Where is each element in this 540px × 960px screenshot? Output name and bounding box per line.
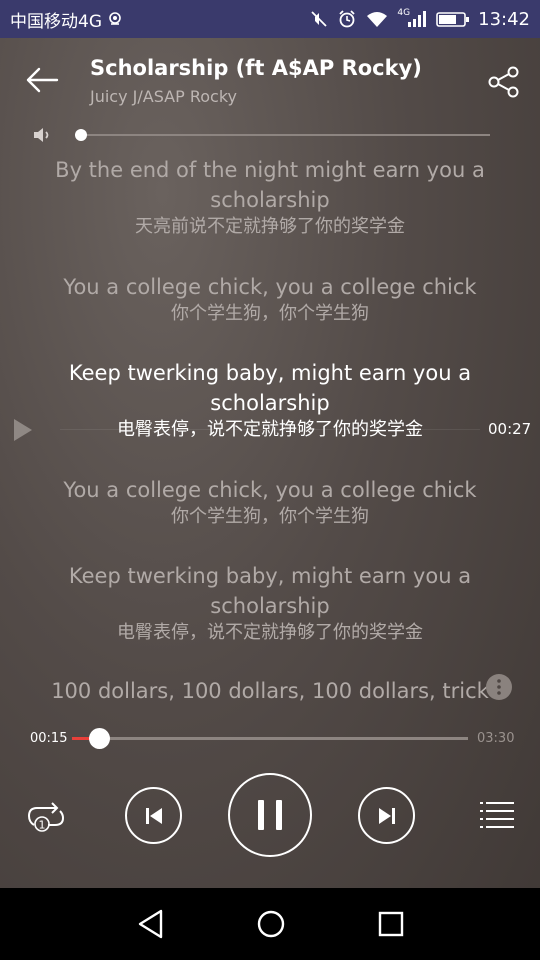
skip-next-icon: [378, 807, 395, 824]
status-bar: 中国移动4G 4G 13:42: [0, 0, 540, 38]
speaker-icon: [32, 125, 56, 149]
playlist-button[interactable]: [478, 798, 516, 832]
lyric-line: 100 dollars, 100 dollars, 100 dollars, t…: [0, 676, 540, 706]
more-vertical-icon: [497, 679, 501, 695]
seek-line: [60, 429, 480, 430]
next-button[interactable]: [358, 787, 415, 844]
nav-back-triangle-icon: [138, 909, 163, 939]
arrow-left-icon: [26, 67, 59, 93]
lyric-chinese: 电臀表停，说不定就挣够了你的奖学金: [117, 419, 423, 440]
lyric-english: 100 dollars, 100 dollars, 100 dollars, t…: [51, 679, 489, 703]
nav-back-button[interactable]: [131, 906, 171, 942]
lyric-line: Keep twerking baby, might earn you a sch…: [0, 561, 540, 645]
share-icon: [488, 66, 519, 98]
song-artist: Juicy J/ASAP Rocky: [90, 87, 237, 106]
nav-recent-square-icon: [378, 911, 404, 937]
share-button[interactable]: [484, 62, 524, 102]
carrier-label: 中国移动4G: [10, 11, 102, 32]
mute-icon: [309, 9, 329, 29]
status-right: 4G 13:42: [309, 8, 530, 30]
volume-slider[interactable]: [80, 134, 490, 136]
progress-knob[interactable]: [89, 728, 111, 749]
lyrics-view[interactable]: By the end of the night might earn you a…: [0, 150, 540, 710]
network-type-label: 4G: [397, 8, 411, 18]
seek-time: 00:27: [488, 420, 532, 438]
lyric-line: You a college chick, you a college chick…: [0, 475, 540, 529]
song-title: Scholarship (ft A$AP Rocky): [90, 56, 422, 80]
total-time: 03:30: [477, 731, 515, 746]
repeat-badge: 1: [39, 819, 46, 832]
lyric-english: You a college chick, you a college chick: [63, 275, 477, 299]
repeat-one-icon: 1: [27, 802, 65, 832]
location-icon: [106, 10, 124, 28]
play-triangle-icon: [14, 419, 32, 441]
clock: 13:42: [478, 8, 530, 30]
alarm-icon: [337, 9, 357, 29]
playback-progress: 00:15 03:30: [0, 724, 540, 754]
lyric-line: You a college chick, you a college chick…: [0, 272, 540, 326]
status-left: 中国移动4G: [10, 7, 124, 32]
pause-button[interactable]: [228, 773, 312, 857]
repeat-button[interactable]: 1: [24, 796, 68, 836]
volume-slider-knob[interactable]: [75, 129, 87, 141]
playlist-icon: [480, 802, 514, 828]
volume-row: [30, 122, 500, 148]
skip-previous-icon: [145, 807, 162, 824]
wifi-icon: [365, 9, 389, 29]
previous-button[interactable]: [125, 787, 182, 844]
pause-icon: [258, 800, 282, 830]
lyric-english: By the end of the night might earn you a…: [55, 158, 485, 212]
lyric-english: Keep twerking baby, might earn you a sch…: [68, 361, 472, 415]
nav-home-button[interactable]: [251, 906, 291, 942]
player-header: Scholarship (ft A$AP Rocky) Juicy J/ASAP…: [0, 38, 540, 118]
lyric-chinese: 你个学生狗，你个学生狗: [171, 303, 369, 324]
lyric-line: By the end of the night might earn you a…: [0, 155, 540, 239]
signal-icon: 4G: [397, 8, 428, 29]
nav-recent-button[interactable]: [371, 906, 411, 942]
lyric-chinese: 电臀表停，说不定就挣够了你的奖学金: [117, 622, 423, 643]
battery-icon: [436, 9, 470, 29]
seek-play-button[interactable]: [12, 418, 34, 446]
system-nav-bar: [0, 888, 540, 960]
lyric-chinese: 天亮前说不定就挣够了你的奖学金: [135, 216, 405, 237]
current-time: 00:15: [30, 731, 68, 746]
music-player-screen: 中国移动4G 4G 13:42 Scholarship (ft A$AP Roc…: [0, 0, 540, 960]
lyric-chinese: 你个学生狗，你个学生狗: [171, 506, 369, 527]
back-button[interactable]: [20, 60, 64, 100]
progress-bar[interactable]: [72, 728, 468, 749]
more-button[interactable]: [486, 674, 512, 700]
playback-controls: 1: [0, 770, 540, 860]
lyric-english: Keep twerking baby, might earn you a sch…: [68, 564, 472, 618]
lyric-english: You a college chick, you a college chick: [63, 478, 477, 502]
nav-home-circle-icon: [257, 910, 285, 938]
